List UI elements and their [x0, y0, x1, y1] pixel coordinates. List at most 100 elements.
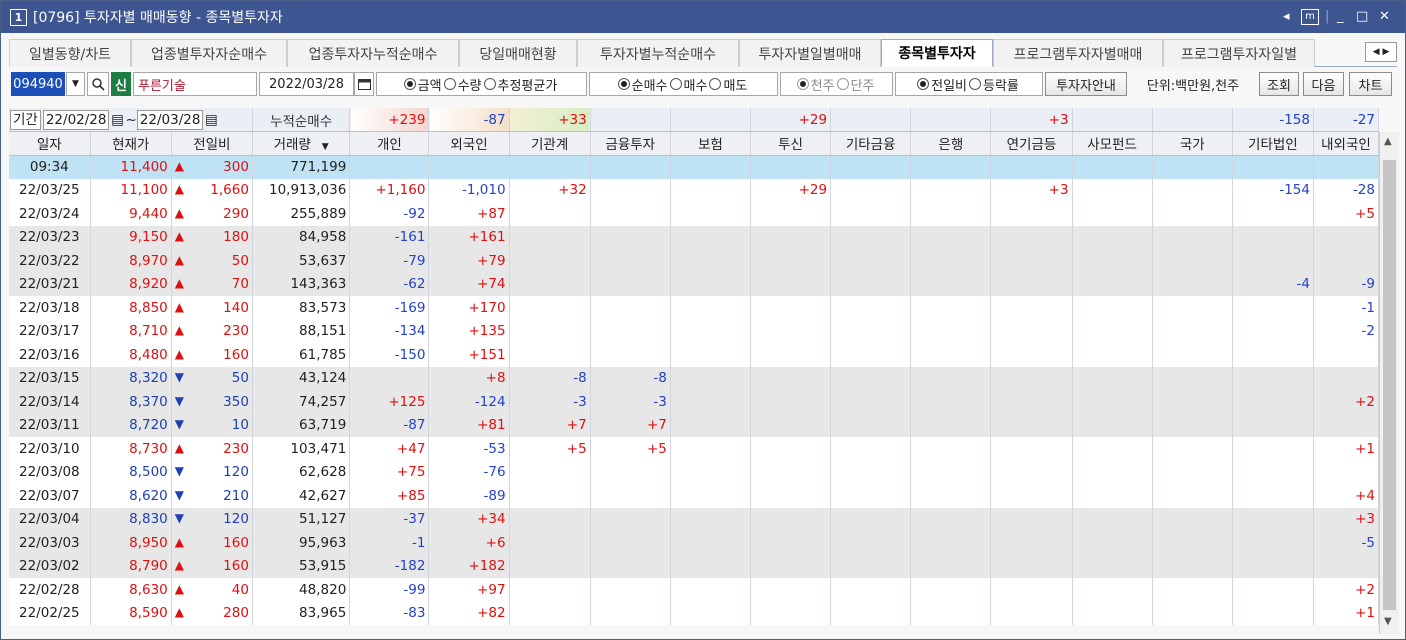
row-corp — [1232, 202, 1314, 226]
tab-6[interactable]: 투자자별일별매매 — [739, 39, 881, 67]
table-row[interactable]: 22/03/14 8,370 ▼ 350 74,257 +125 -124 -3 -3 +2 — [9, 390, 1380, 414]
investor-guide-button[interactable]: 투자자안내 — [1045, 72, 1127, 96]
tab-3[interactable]: 업종투자자누적순매수 — [287, 39, 459, 67]
column-header-10[interactable]: 투신 — [750, 131, 832, 156]
volume-dropdown-icon[interactable]: ▼ — [319, 142, 329, 152]
summary-row: 기간 22/02/28 ▤ ~22/03/28 ▤ 누적순매수 +239 -87 +33 +29 +… — [9, 108, 1380, 132]
column-header-8[interactable]: 금융투자 — [590, 131, 671, 156]
radio-change-rate[interactable]: 등락률 — [969, 75, 1019, 94]
table-row[interactable]: 09:34 11,400 ▲ 300 771,199 — [9, 155, 1380, 179]
row-date: 22/03/11 — [9, 413, 91, 437]
row-change-value: 50 — [231, 252, 249, 269]
calendar-icon[interactable] — [354, 72, 374, 96]
table-row[interactable]: 22/03/18 8,850 ▲ 140 83,573 -169 +170 -1 — [9, 296, 1380, 320]
row-date: 22/02/28 — [9, 578, 91, 602]
radio-avg-price[interactable]: 추정평균가 — [483, 75, 557, 94]
radio-quantity[interactable]: 수량 — [443, 75, 482, 94]
radio-amount[interactable]: 금액 — [403, 75, 442, 94]
row-volume: 53,915 — [252, 554, 351, 578]
table-row[interactable]: 22/02/28 8,630 ▲ 40 48,820 -99 +97 +2 — [9, 578, 1380, 602]
column-header-17[interactable]: 내외국인 — [1313, 131, 1380, 156]
table-row[interactable]: 22/03/17 8,710 ▲ 230 88,151 -134 +135 -2 — [9, 319, 1380, 343]
row-for: +8 — [428, 366, 510, 390]
table-row[interactable]: 22/03/16 8,480 ▲ 160 61,785 -150 +151 — [9, 343, 1380, 367]
radio-sell[interactable]: 매도 — [709, 75, 747, 94]
scrollbar-thumb[interactable] — [1383, 160, 1396, 610]
column-header-9[interactable]: 보험 — [670, 131, 751, 156]
chart-button[interactable]: 차트 — [1349, 72, 1392, 96]
row-ind: +75 — [349, 460, 430, 484]
scroll-up-icon[interactable]: ▲ — [1384, 136, 1392, 147]
table-row[interactable]: 22/03/02 8,790 ▲ 160 53,915 -182 +182 — [9, 554, 1380, 578]
table-row[interactable]: 22/03/23 9,150 ▲ 180 84,958 -161 +161 — [9, 225, 1380, 249]
table-row[interactable]: 22/03/08 8,500 ▼ 120 62,628 +75 -76 — [9, 460, 1380, 484]
radio-prev-day[interactable]: 전일비 — [917, 75, 967, 94]
tab-scroll-right-icon[interactable]: ▶ — [1383, 47, 1390, 57]
tab-8[interactable]: 프로그램투자자별매매 — [993, 39, 1163, 67]
minimize-icon[interactable]: _ — [1337, 8, 1344, 26]
table-row[interactable]: 22/03/15 8,320 ▼ 50 43,124 +8 -8 -8 — [9, 366, 1380, 390]
row-pen — [990, 366, 1073, 390]
maximize-icon[interactable]: □ — [1356, 8, 1368, 26]
row-volume: 63,719 — [252, 413, 351, 437]
column-header-5[interactable]: 개인 — [349, 131, 430, 156]
radio-net-buy[interactable]: 순매수 — [617, 75, 668, 94]
column-header-11[interactable]: 기타금융 — [830, 131, 912, 156]
down-arrow-icon: ▼ — [174, 370, 185, 385]
scroll-down-icon[interactable]: ▼ — [1384, 616, 1392, 627]
table-row[interactable]: 22/03/24 9,440 ▲ 290 255,889 -92 +87 +5 — [9, 202, 1380, 226]
column-header-4[interactable]: 거래량 ▼ — [252, 131, 351, 156]
query-button[interactable]: 조회 — [1259, 72, 1299, 96]
table-row[interactable]: 22/03/11 8,720 ▼ 10 63,719 -87 +81 +7 +7 — [9, 413, 1380, 437]
column-header-13[interactable]: 연기금등 — [990, 131, 1073, 156]
table-row[interactable]: 22/03/04 8,830 ▼ 120 51,127 -37 +34 +3 — [9, 507, 1380, 531]
column-header-7[interactable]: 기관계 — [509, 131, 591, 156]
row-date: 22/02/25 — [9, 601, 91, 625]
period-to-input[interactable]: 22/03/28 — [136, 110, 204, 130]
row-pen — [990, 343, 1073, 367]
tab-2[interactable]: 업종별투자자순매수 — [131, 39, 287, 67]
date-input[interactable]: 2022/03/28 — [259, 72, 354, 96]
row-gov — [1152, 366, 1233, 390]
table-row[interactable]: 22/03/25 11,100 ▲ 1,660 10,913,036 +1,160 -1,0… — [9, 178, 1380, 202]
tab-1[interactable]: 일별동향/차트 — [9, 39, 131, 67]
search-icon[interactable] — [87, 72, 109, 96]
memo-icon[interactable]: m — [1301, 9, 1319, 25]
table-row[interactable]: 22/03/21 8,920 ▲ 70 143,363 -62 +74 -4 -9 — [9, 272, 1380, 296]
close-icon[interactable]: ✕ — [1379, 8, 1390, 26]
divider: | — [1325, 9, 1330, 24]
column-header-6[interactable]: 외국인 — [428, 131, 510, 156]
table-row[interactable]: 22/03/03 8,950 ▲ 160 95,963 -1 +6 -5 — [9, 531, 1380, 555]
period-from-input[interactable]: 22/02/28 — [42, 110, 110, 130]
radio-thousand-shares[interactable]: 천주 — [796, 75, 835, 94]
tab-5[interactable]: 투자자별누적순매수 — [577, 39, 739, 67]
calendar-icon[interactable]: ▤ — [109, 112, 125, 128]
table-row[interactable]: 22/02/25 8,590 ▲ 280 83,965 -83 +82 +1 — [9, 601, 1380, 625]
table-row[interactable]: 22/03/10 8,730 ▲ 230 103,471 +47 -53 +5 +5 +1 — [9, 437, 1380, 461]
row-tru — [750, 601, 832, 625]
column-header-15[interactable]: 국가 — [1152, 131, 1233, 156]
table-row[interactable]: 22/03/07 8,620 ▼ 210 42,627 +85 -89 +4 — [9, 484, 1380, 508]
title-bar[interactable]: 1 [0796] 투자자별 매매동향 - 종목별투자자 ◂ m | _ □ ✕ — [1, 1, 1405, 33]
tab-scroll-left-icon[interactable]: ◀ — [1373, 47, 1380, 57]
back-arrow-icon[interactable]: ◂ — [1283, 8, 1290, 26]
vertical-scrollbar[interactable]: ▲ ▼ — [1379, 132, 1399, 634]
tab-scroll-arrows[interactable]: ◀ ▶ — [1365, 42, 1397, 62]
code-dropdown-icon[interactable]: ▼ — [66, 72, 85, 96]
stock-name-field[interactable]: 푸른기술 — [133, 72, 257, 96]
radio-single-shares[interactable]: 단주 — [836, 75, 874, 94]
radio-buy[interactable]: 매수 — [669, 75, 707, 94]
column-header-12[interactable]: 은행 — [910, 131, 992, 156]
table-row[interactable]: 22/03/22 8,970 ▲ 50 53,637 -79 +79 — [9, 249, 1380, 273]
stock-code-input[interactable]: 094940 — [11, 72, 65, 96]
column-header-2[interactable]: 현재가 — [90, 131, 172, 156]
column-header-3[interactable]: 전일비 — [171, 131, 253, 156]
tab-9[interactable]: 프로그램투자자일별 — [1163, 39, 1315, 67]
next-button[interactable]: 다음 — [1303, 72, 1344, 96]
calendar-icon[interactable]: ▤ — [203, 112, 219, 128]
tab-4[interactable]: 당일매매현황 — [459, 39, 577, 67]
column-header-14[interactable]: 사모펀드 — [1072, 131, 1153, 156]
column-header-1[interactable]: 일자 — [9, 131, 91, 156]
column-header-16[interactable]: 기타법인 — [1232, 131, 1314, 156]
tab-7[interactable]: 종목별투자자 — [881, 39, 993, 67]
